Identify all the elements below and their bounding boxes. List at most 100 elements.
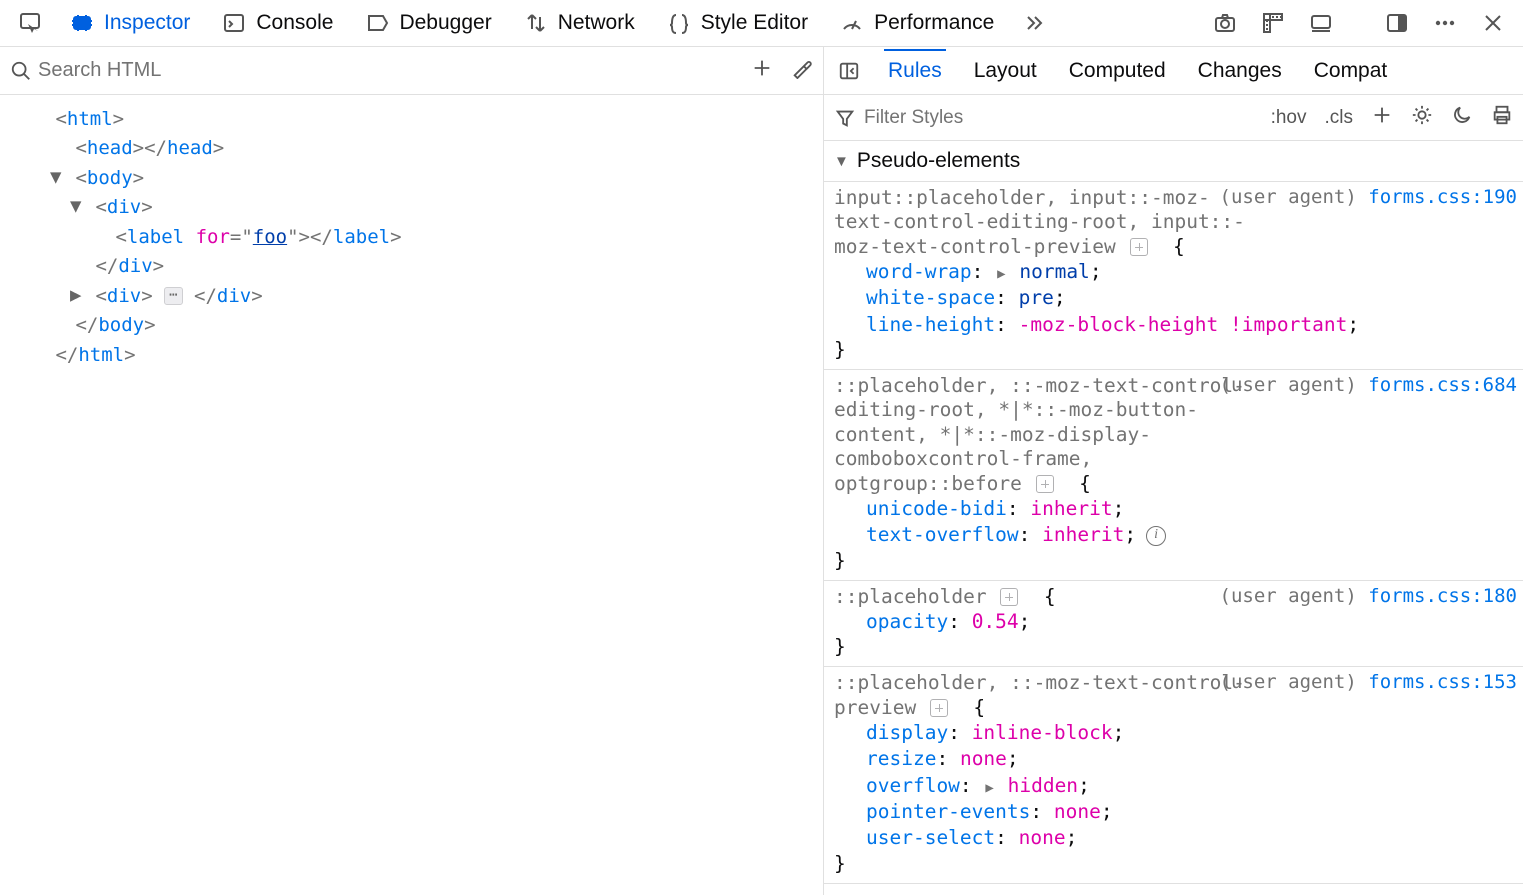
twisty-icon[interactable]: ▼	[70, 192, 84, 221]
responsive-icon	[1309, 11, 1333, 35]
pseudo-elements-header[interactable]: ▼ Pseudo-elements	[824, 141, 1523, 182]
eyedropper-button[interactable]	[791, 57, 813, 84]
selector-highlighter-icon[interactable]	[1000, 588, 1018, 606]
tab-style-editor[interactable]: Style Editor	[653, 5, 822, 41]
devtools-toolbar: Inspector Console Debugger Network Style…	[0, 0, 1523, 47]
sidebar-toggle-icon	[838, 60, 860, 82]
add-node-button[interactable]	[751, 57, 773, 84]
tab-network[interactable]: Network	[510, 5, 649, 41]
sidebar-tab-computed[interactable]: Computed	[1065, 51, 1170, 91]
twisty-icon[interactable]: ▶	[70, 281, 84, 310]
light-scheme-button[interactable]	[1411, 104, 1433, 132]
twisty-icon: ▼	[834, 153, 849, 170]
screenshot-button[interactable]	[1203, 5, 1247, 41]
selector-highlighter-icon[interactable]	[1130, 238, 1148, 256]
css-declaration[interactable]: user-select: none;	[866, 825, 1513, 851]
css-rule[interactable]: (user agent) forms.css:190input::placeho…	[824, 182, 1523, 370]
meatball-icon	[1433, 11, 1457, 35]
twisty-icon[interactable]: ▼	[50, 163, 64, 192]
tab-performance[interactable]: Performance	[826, 5, 1008, 41]
rule-close-brace: }	[834, 549, 1513, 572]
html-search-input[interactable]	[38, 59, 743, 82]
chevron-double-right-icon	[1022, 11, 1046, 35]
rule-close-brace: }	[834, 338, 1513, 361]
dom-node-label[interactable]: ▶ <label for="foo"></label>	[8, 223, 815, 252]
dock-icon	[1385, 11, 1409, 35]
tab-debugger[interactable]: Debugger	[351, 5, 505, 41]
close-icon	[1481, 11, 1505, 35]
tab-inspector[interactable]: Inspector	[56, 5, 204, 41]
dom-node-div-1-close[interactable]: ▶ </div>	[8, 252, 815, 281]
search-icon	[10, 60, 32, 82]
dock-mode-button[interactable]	[1375, 5, 1419, 41]
css-declaration[interactable]: text-overflow: inherit;	[866, 522, 1513, 548]
css-rule[interactable]: (user agent) forms.css:684::placeholder,…	[824, 370, 1523, 581]
rules-panel: Rules Layout Computed Changes Compat :ho…	[824, 47, 1523, 895]
info-icon[interactable]	[1146, 526, 1166, 546]
css-declaration[interactable]: opacity: 0.54;	[866, 609, 1513, 635]
rulers-button[interactable]	[1251, 5, 1295, 41]
responsive-design-button[interactable]	[1299, 5, 1343, 41]
pseudo-elements-label: Pseudo-elements	[857, 149, 1020, 173]
tab-label: Inspector	[104, 11, 190, 35]
filter-icon	[834, 107, 856, 129]
css-declaration[interactable]: pointer-events: none;	[866, 799, 1513, 825]
tab-label: Performance	[874, 11, 994, 35]
dom-node-html-close[interactable]: ▶ </html>	[8, 341, 815, 370]
console-icon	[222, 11, 246, 35]
css-rule[interactable]: (user agent) forms.css:180::placeholder …	[824, 581, 1523, 668]
dom-node-body-close[interactable]: ▶ </body>	[8, 311, 815, 340]
rule-source[interactable]: (user agent) forms.css:684	[1220, 374, 1517, 396]
sidebar-toggle-button[interactable]	[824, 60, 874, 82]
sidebar-tab-rules[interactable]: Rules	[884, 49, 946, 91]
rule-source[interactable]: (user agent) forms.css:153	[1220, 671, 1517, 693]
plus-icon	[751, 57, 773, 79]
rules-list[interactable]: (user agent) forms.css:190input::placeho…	[824, 182, 1523, 895]
selector-highlighter-icon[interactable]	[930, 699, 948, 717]
tabs-overflow-button[interactable]	[1012, 5, 1056, 41]
print-simulation-button[interactable]	[1491, 104, 1513, 132]
main-split: ▶ <html> ▶ <head></head> ▼ <body> ▼ <div…	[0, 47, 1523, 895]
tab-console[interactable]: Console	[208, 5, 347, 41]
cls-button[interactable]: .cls	[1325, 107, 1354, 129]
dark-scheme-button[interactable]	[1451, 104, 1473, 132]
selector-highlighter-icon[interactable]	[1036, 475, 1054, 493]
camera-icon	[1213, 11, 1237, 35]
css-declaration[interactable]: display: inline-block;	[866, 720, 1513, 746]
dom-node-body[interactable]: ▼ <body>	[8, 164, 815, 193]
pseudo-hov-button[interactable]: :hov	[1271, 107, 1307, 129]
styles-filter-input[interactable]	[864, 107, 1261, 129]
dom-node-html[interactable]: ▶ <html>	[8, 105, 815, 134]
dom-node-head[interactable]: ▶ <head></head>	[8, 134, 815, 163]
css-rule[interactable]: (user agent) forms.css:153::placeholder,…	[824, 667, 1523, 883]
rule-source[interactable]: (user agent) forms.css:190	[1220, 186, 1517, 208]
rule-close-brace: }	[834, 852, 1513, 875]
sidebar-tab-compat[interactable]: Compat	[1310, 51, 1392, 91]
pick-element-icon	[18, 11, 42, 35]
css-declaration[interactable]: word-wrap: ▶ normal;	[866, 259, 1513, 285]
css-declaration[interactable]: white-space: pre;	[866, 285, 1513, 311]
css-declaration[interactable]: unicode-bidi: inherit;	[866, 496, 1513, 522]
tab-label: Style Editor	[701, 11, 808, 35]
dom-node-div-2[interactable]: ▶ <div> ⋯ </div>	[8, 282, 815, 311]
dom-tree[interactable]: ▶ <html> ▶ <head></head> ▼ <body> ▼ <div…	[0, 95, 823, 895]
devtools-menu-button[interactable]	[1423, 5, 1467, 41]
tab-label: Network	[558, 11, 635, 35]
close-devtools-button[interactable]	[1471, 5, 1515, 41]
sidebar-tab-layout[interactable]: Layout	[970, 51, 1041, 91]
rule-source[interactable]: (user agent) forms.css:180	[1220, 585, 1517, 607]
css-declaration[interactable]: line-height: -moz-block-height !importan…	[866, 312, 1513, 338]
network-icon	[524, 11, 548, 35]
ellipsis-badge[interactable]: ⋯	[164, 287, 182, 304]
html-search-bar	[0, 47, 823, 95]
sidebar-tab-changes[interactable]: Changes	[1194, 51, 1286, 91]
ruler-icon	[1261, 11, 1285, 35]
tab-label: Console	[256, 11, 333, 35]
pick-element-button[interactable]	[8, 5, 52, 41]
add-rule-button[interactable]	[1371, 104, 1393, 132]
css-declaration[interactable]: resize: none;	[866, 746, 1513, 772]
devtools-root: Inspector Console Debugger Network Style…	[0, 0, 1523, 895]
plus-icon	[1371, 104, 1393, 126]
css-declaration[interactable]: overflow: ▶ hidden;	[866, 773, 1513, 799]
dom-node-div-1[interactable]: ▼ <div>	[8, 193, 815, 222]
